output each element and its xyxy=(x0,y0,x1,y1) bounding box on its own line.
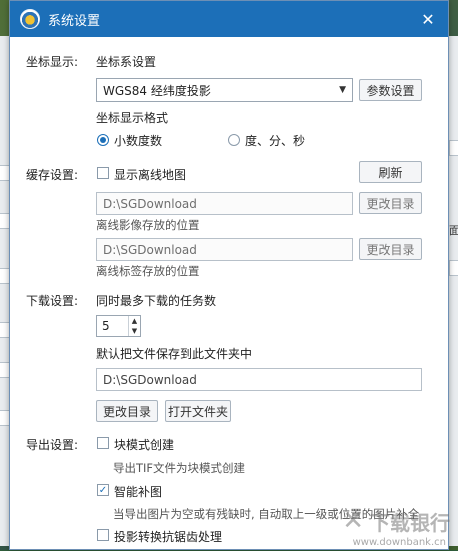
antialias-checkbox[interactable] xyxy=(97,529,109,541)
radio-decimal-degrees-label: 小数度数 xyxy=(114,134,163,148)
coord-system-heading: 坐标系设置 xyxy=(96,55,157,69)
antialias-label: 投影转换抗锯齿处理 xyxy=(114,530,223,544)
label-change-dir-button[interactable]: 更改目录 xyxy=(359,238,422,260)
label-path-input[interactable]: D:\SGDownload xyxy=(96,238,353,261)
download-change-dir-button[interactable]: 更改目录 xyxy=(96,400,158,422)
image-change-dir-button[interactable]: 更改目录 xyxy=(359,192,422,214)
coord-section-label: 坐标显示: xyxy=(26,55,79,69)
coord-system-select[interactable]: WGS84 经纬度投影 ▼ xyxy=(96,78,353,102)
max-tasks-value: 5 xyxy=(102,319,110,333)
max-tasks-stepper[interactable]: 5 ▲ ▼ xyxy=(96,315,141,337)
block-mode-label: 块模式创建 xyxy=(114,438,175,452)
image-path-hint: 离线影像存放的位置 xyxy=(96,218,200,232)
download-folder-input[interactable]: D:\SGDownload xyxy=(96,368,422,391)
export-section-label: 导出设置: xyxy=(26,438,79,452)
checkmark-icon: ✓ xyxy=(98,484,108,496)
default-folder-label: 默认把文件保存到此文件夹中 xyxy=(96,347,253,361)
background-right-item xyxy=(449,140,458,156)
coord-system-value: WGS84 经纬度投影 xyxy=(103,83,211,98)
download-section-label: 下载设置: xyxy=(26,294,79,308)
dialog-title: 系统设置 xyxy=(48,13,101,29)
close-icon: ✕ xyxy=(421,9,435,29)
background-right-item xyxy=(449,260,458,276)
close-button[interactable]: ✕ xyxy=(418,9,438,29)
dialog-titlebar[interactable]: 系统设置 ✕ xyxy=(10,1,448,37)
max-tasks-label: 同时最多下载的任务数 xyxy=(96,294,217,308)
radio-dms[interactable] xyxy=(228,134,240,146)
coord-format-heading: 坐标显示格式 xyxy=(96,111,169,125)
background-right-text: 面 xyxy=(449,224,458,237)
image-path-input[interactable]: D:\SGDownload xyxy=(96,192,353,215)
smart-fill-label: 智能补图 xyxy=(114,485,163,499)
dialog-body: 坐标显示: 坐标系设置 WGS84 经纬度投影 ▼ 参数设置 坐标显示格式 小数… xyxy=(10,37,448,551)
watermark: ✕ 下载银行 xyxy=(342,506,450,536)
background-right-panel xyxy=(449,36,458,546)
stepper-up-icon[interactable]: ▲ xyxy=(129,316,140,326)
watermark-brand: 下载银行 xyxy=(370,510,450,535)
block-mode-checkbox[interactable] xyxy=(97,437,109,449)
show-offline-label: 显示离线地图 xyxy=(114,168,187,182)
show-offline-checkbox[interactable] xyxy=(97,167,109,179)
watermark-logo-icon: ✕ xyxy=(342,506,364,536)
cache-section-label: 缓存设置: xyxy=(26,168,79,182)
refresh-button[interactable]: 刷新 xyxy=(359,161,422,183)
watermark-url: www.downbank.cn xyxy=(352,537,446,548)
stepper-down-icon[interactable]: ▼ xyxy=(129,326,140,336)
radio-decimal-degrees[interactable] xyxy=(97,134,109,146)
label-path-hint: 离线标签存放的位置 xyxy=(96,264,200,278)
block-mode-hint: 导出TIF文件为块模式创建 xyxy=(113,461,246,475)
settings-dialog: 系统设置 ✕ 坐标显示: 坐标系设置 WGS84 经纬度投影 ▼ 参数设置 坐标… xyxy=(9,0,449,550)
open-folder-button[interactable]: 打开文件夹 xyxy=(165,400,231,422)
smart-fill-checkbox[interactable]: ✓ xyxy=(97,484,109,496)
radio-dms-label: 度、分、秒 xyxy=(245,134,306,148)
dropdown-arrow-icon: ▼ xyxy=(339,85,346,95)
app-logo-icon xyxy=(20,9,40,29)
param-settings-button[interactable]: 参数设置 xyxy=(359,79,422,101)
